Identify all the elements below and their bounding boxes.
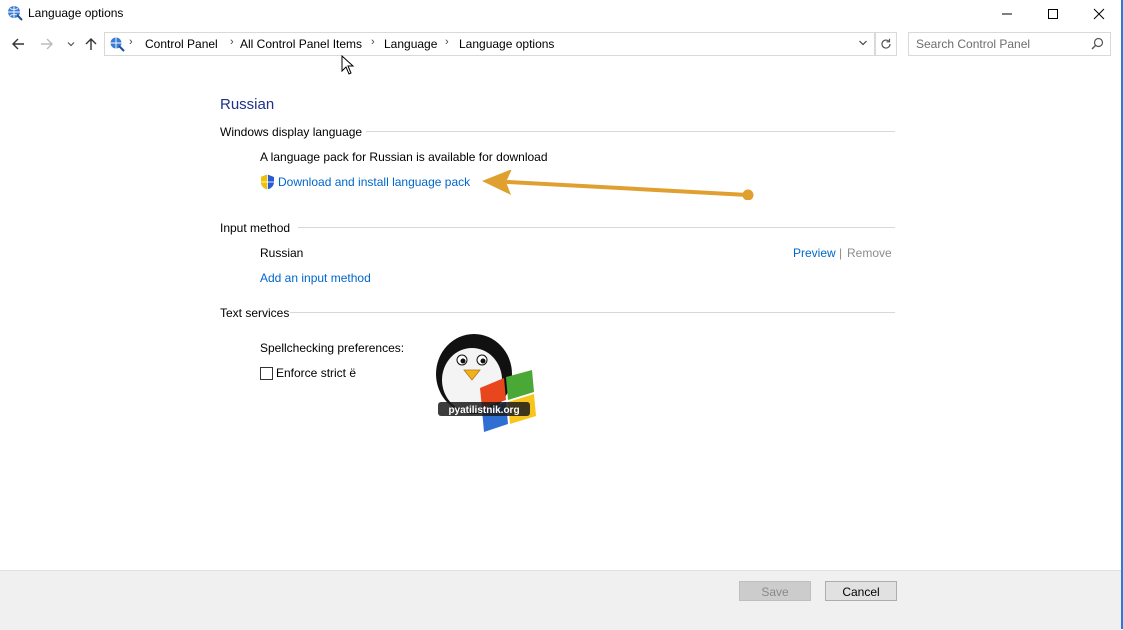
maximize-icon (1048, 8, 1058, 19)
cancel-button[interactable]: Cancel (825, 581, 897, 601)
preview-link[interactable]: Preview (793, 246, 836, 260)
window-title: Language options (28, 6, 124, 20)
footer-bar: Save Cancel (0, 570, 1121, 630)
uac-shield-icon (261, 174, 274, 190)
input-method-language: Russian (260, 246, 304, 260)
section-divider (298, 227, 895, 228)
close-button[interactable] (1076, 0, 1122, 27)
text-services-heading: Text services (220, 306, 290, 320)
link-separator: | (839, 246, 843, 260)
minimize-icon (1002, 13, 1012, 14)
enforce-strict-label[interactable]: Enforce strict ё (276, 366, 356, 380)
maximize-button[interactable] (1030, 0, 1076, 27)
breadcrumb-separator-icon: › (129, 36, 133, 48)
breadcrumb-control-panel[interactable]: Control Panel (145, 37, 218, 51)
enforce-strict-checkbox[interactable] (260, 367, 273, 380)
spellcheck-label: Spellchecking preferences: (260, 341, 405, 355)
arrow-right-icon (41, 38, 53, 50)
section-divider (290, 312, 895, 313)
breadcrumb-language[interactable]: Language (384, 37, 437, 51)
search-icon (1091, 37, 1104, 50)
remove-link[interactable]: Remove (847, 246, 892, 260)
language-options-window: Language options › Control Panel › All C… (0, 0, 1123, 630)
recent-locations-button[interactable] (61, 34, 81, 54)
language-pack-message: A language pack for Russian is available… (260, 150, 548, 164)
close-icon (1093, 8, 1105, 19)
forward-button[interactable] (37, 34, 57, 54)
breadcrumb-separator-icon: › (445, 36, 449, 48)
mouse-cursor-icon (341, 55, 355, 75)
arrow-up-icon (85, 38, 97, 50)
pyatilistnik-logo: pyatilistnik.org (436, 334, 536, 432)
display-language-heading: Windows display language (220, 125, 363, 139)
download-language-pack-link[interactable]: Download and install language pack (278, 175, 470, 189)
language-globe-icon (8, 6, 23, 21)
arrow-left-icon (12, 38, 24, 50)
address-bar[interactable]: › Control Panel › All Control Panel Item… (104, 32, 875, 56)
main-content: Russian Windows display language A langu… (0, 58, 1121, 570)
refresh-button[interactable] (875, 32, 897, 56)
refresh-icon (881, 38, 891, 49)
back-button[interactable] (8, 34, 28, 54)
breadcrumb-separator-icon: › (230, 36, 234, 48)
up-button[interactable] (81, 34, 101, 54)
logo-text: pyatilistnik.org (448, 405, 519, 416)
annotation-arrow-icon (482, 170, 754, 200)
chevron-down-icon (859, 40, 867, 46)
title-bar: Language options (0, 0, 1121, 27)
breadcrumb-language-options[interactable]: Language options (459, 37, 554, 51)
chevron-down-icon (67, 42, 75, 47)
breadcrumb-separator-icon: › (371, 36, 375, 48)
section-divider (366, 131, 895, 132)
input-method-heading: Input method (220, 221, 291, 235)
page-title: Russian (220, 96, 275, 113)
search-box[interactable] (908, 32, 1111, 56)
search-input[interactable] (916, 36, 1086, 52)
add-input-method-link[interactable]: Add an input method (260, 271, 371, 285)
breadcrumb-all-items[interactable]: All Control Panel Items (240, 37, 362, 51)
minimize-button[interactable] (984, 0, 1030, 27)
save-button[interactable]: Save (739, 581, 811, 601)
address-dropdown-button[interactable] (854, 33, 872, 53)
navigation-bar: › Control Panel › All Control Panel Item… (0, 30, 1121, 58)
control-panel-icon (110, 37, 125, 52)
